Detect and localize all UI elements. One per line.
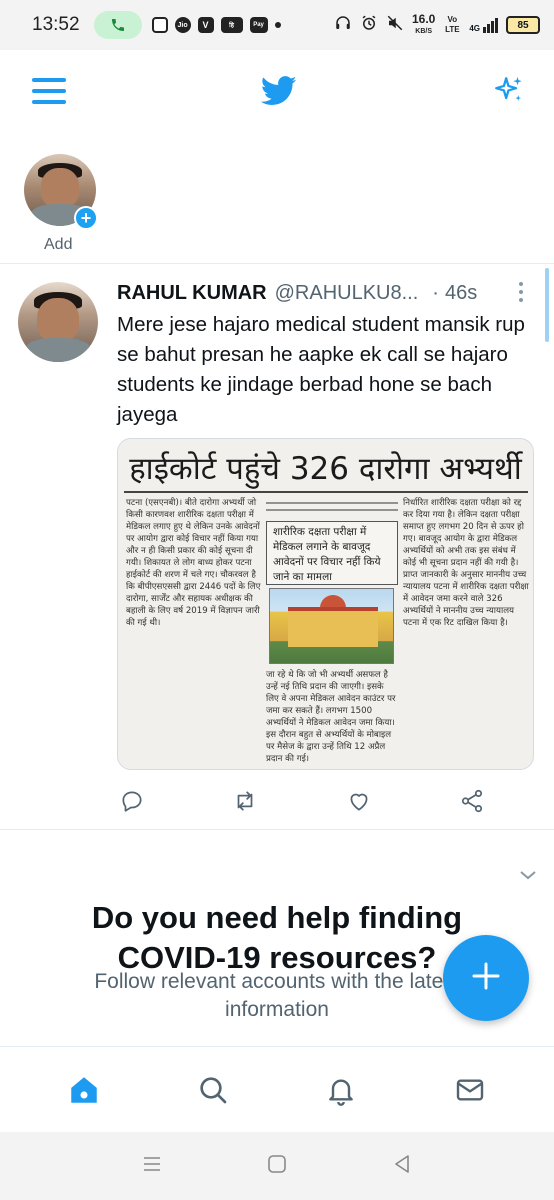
ongoing-call-icon[interactable] bbox=[93, 11, 142, 39]
compose-plus-icon bbox=[471, 961, 501, 996]
back-icon[interactable] bbox=[391, 1153, 413, 1180]
volte-indicator: Vo LTE bbox=[445, 15, 460, 34]
home-icon[interactable] bbox=[64, 1070, 104, 1110]
menu-icon[interactable] bbox=[32, 77, 66, 110]
status-time: 13:52 bbox=[32, 14, 80, 35]
author-name[interactable]: RAHUL KUMAR bbox=[117, 282, 267, 305]
paytm-icon: Pay bbox=[249, 17, 268, 33]
jio-icon: Jio bbox=[174, 17, 191, 33]
newspaper-headline: हाईकोर्ट पहुंचे 326 दारोगा अभ्यर्थी bbox=[129, 451, 522, 487]
scrollbar-thumb[interactable] bbox=[545, 268, 549, 342]
home-button-icon[interactable] bbox=[266, 1153, 288, 1180]
net-speed: 16.0 KB/S bbox=[411, 11, 436, 35]
recents-icon[interactable] bbox=[141, 1153, 163, 1180]
mute-icon bbox=[386, 14, 404, 37]
share-icon[interactable] bbox=[457, 786, 487, 816]
fleets-row bbox=[0, 136, 554, 264]
signal-icon: 4G bbox=[469, 17, 498, 33]
author-handle[interactable]: @RAHULKU8... bbox=[275, 282, 419, 305]
like-icon[interactable] bbox=[344, 786, 374, 816]
dot-icon bbox=[274, 22, 281, 28]
tweet-time[interactable]: 46s bbox=[445, 282, 477, 305]
add-fleet-label: Add bbox=[44, 236, 73, 253]
newspaper-subhead: शारीरिक दक्षता परीक्षा में मेडिकल लगाने … bbox=[266, 521, 398, 585]
retweet-icon[interactable] bbox=[230, 786, 260, 816]
tweet-card[interactable]: RAHUL KUMAR @RAHULKU8... · 46s Mere jese… bbox=[0, 264, 554, 830]
notification-icons: Jio V हि Pay bbox=[151, 17, 334, 33]
newspaper-column-3: निर्धारित शारीरिक दक्षता परीक्षा को रद्द… bbox=[403, 498, 529, 628]
alarm-icon bbox=[360, 14, 378, 37]
bottom-navigation bbox=[0, 1046, 554, 1132]
tweet-image[interactable]: हाईकोर्ट पहुंचे 326 दारोगा अभ्यर्थी पटना… bbox=[117, 438, 534, 770]
avatar[interactable] bbox=[18, 282, 98, 362]
notifications-icon[interactable] bbox=[321, 1070, 361, 1110]
compose-tweet-button[interactable] bbox=[443, 935, 529, 1021]
add-fleet-plus-icon[interactable]: + bbox=[74, 206, 98, 230]
newspaper-column-2: जा रहे थे कि जो भी अभ्यर्थी असफल है उन्ह… bbox=[266, 670, 396, 764]
high-court-photo bbox=[269, 588, 394, 664]
app-notification-icon bbox=[151, 17, 168, 33]
search-icon[interactable] bbox=[193, 1070, 233, 1110]
top-app-bar bbox=[0, 50, 554, 136]
status-bar: 13:52 Jio V हि Pay 16.0 KB/S Vo LTE 4G 8… bbox=[0, 0, 554, 50]
tweet-text: Mere jese hajaro medical student mansik … bbox=[117, 313, 525, 426]
separator: · bbox=[432, 281, 439, 304]
twitter-bird-icon[interactable] bbox=[260, 75, 297, 111]
more-options-icon[interactable] bbox=[514, 280, 528, 304]
news-app-icon: हि bbox=[220, 17, 243, 33]
chevron-down-icon[interactable] bbox=[518, 868, 538, 887]
newspaper-column-2-top bbox=[266, 497, 398, 519]
messages-icon[interactable] bbox=[450, 1070, 490, 1110]
battery-indicator: 85 bbox=[506, 16, 540, 34]
vi-icon: V bbox=[197, 17, 214, 33]
reply-icon[interactable] bbox=[117, 786, 147, 816]
system-navigation-bar bbox=[0, 1132, 554, 1200]
sparkle-icon[interactable] bbox=[492, 74, 526, 113]
tweet-actions bbox=[117, 784, 487, 818]
headset-icon bbox=[334, 14, 352, 37]
newspaper-column-1: पटना (एसएनबी)। बीते दारोगा अभ्यर्थी जो क… bbox=[126, 498, 261, 628]
tweet-header: RAHUL KUMAR @RAHULKU8... · 46s bbox=[117, 278, 527, 308]
